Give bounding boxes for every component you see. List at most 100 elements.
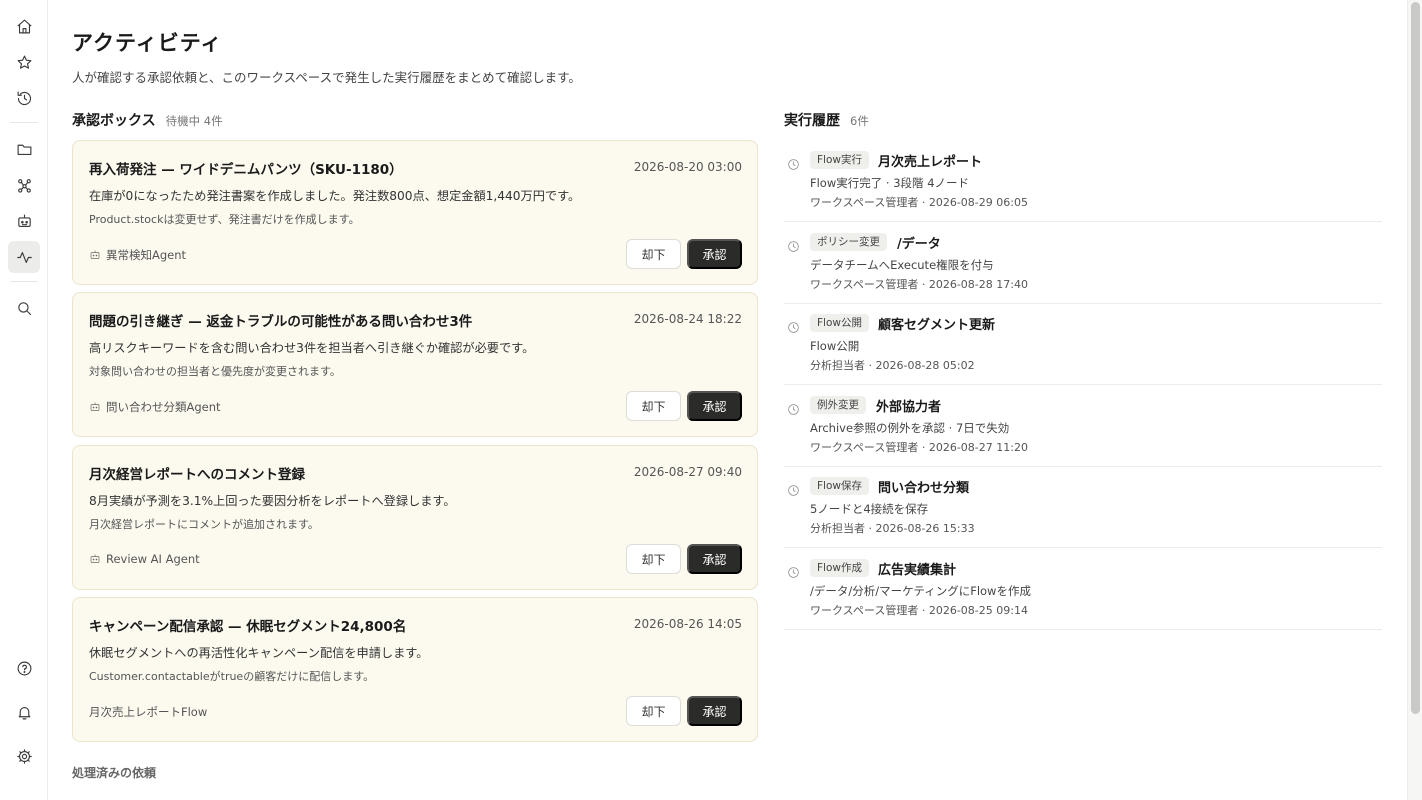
folder-icon[interactable] [8, 133, 40, 165]
history-title-text: 月次売上レポート [878, 155, 983, 170]
reject-button[interactable]: 却下 [626, 391, 681, 421]
approval-box-title: 承認ボックス [72, 113, 156, 129]
history-meta: ワークスペース管理者 · 2026-08-27 11:20 [810, 441, 1028, 454]
approval-note: Product.stockは変更せず、発注書だけを作成します。 [89, 213, 360, 226]
agent-icon [90, 402, 100, 411]
approval-note: Customer.contactableがtrueの顧客だけに配信します。 [89, 670, 375, 683]
approval-card: キャンペーン配信承認 — 休眠セグメント24,800名 2026-08-26 1… [72, 597, 758, 742]
reject-button[interactable]: 却下 [626, 544, 681, 574]
approval-time: 2026-08-27 09:40 [633, 465, 742, 479]
history-item[interactable]: Flow公開 顧客セグメント更新 Flow公開 分析担当者 · 2026-08-… [784, 303, 1382, 385]
approval-source-label: 問い合わせ分類Agent [106, 400, 221, 414]
clock-icon [787, 564, 800, 578]
approval-source: Review AI Agent [89, 552, 200, 566]
approval-card: 再入荷発注 — ワイドデニムパンツ（SKU-1180） 2026-08-20 0… [72, 140, 758, 285]
page-description: 人が確認する承認依頼と、このワークスペースで発生した実行履歴をまとめて確認します… [72, 70, 581, 85]
approval-time: 2026-08-26 14:05 [633, 617, 742, 631]
approval-card: 問題の引き継ぎ — 返金トラブルの可能性がある問い合わせ3件 2026-08-2… [72, 292, 758, 437]
approval-time: 2026-08-20 03:00 [633, 160, 742, 174]
history-item[interactable]: Flow実行 月次売上レポート Flow実行完了 · 3段階 4ノード ワークス… [784, 140, 1382, 222]
history-detail: データチームへExecute権限を付与 [810, 258, 994, 272]
search-icon[interactable] [8, 292, 40, 324]
history-title-text: 顧客セグメント更新 [878, 318, 996, 333]
history-title-text: 外部協力者 [876, 400, 942, 415]
reject-button[interactable]: 却下 [626, 696, 681, 726]
clock-icon [787, 482, 800, 496]
history-count: 6件 [850, 114, 869, 128]
approval-source-label: 異常検知Agent [106, 248, 187, 262]
approval-source: 月次売上レポートFlow [89, 704, 207, 720]
approval-title: キャンペーン配信承認 — 休眠セグメント24,800名 [89, 619, 407, 635]
main-content: アクティビティ 人が確認する承認依頼と、このワークスペースで発生した実行履歴をま… [72, 0, 1392, 800]
history-tag: Flow公開 [810, 314, 869, 332]
page-title: アクティビティ [72, 31, 223, 55]
clock-icon [787, 319, 800, 333]
approve-button[interactable]: 承認 [687, 696, 742, 726]
history-title-text: 広告実績集計 [878, 563, 957, 578]
processed-requests-heading[interactable]: 処理済みの依頼 [72, 764, 156, 781]
history-tag: 例外変更 [810, 396, 866, 414]
activity-icon[interactable] [8, 241, 40, 273]
history-title-text: /データ [897, 237, 941, 252]
star-icon[interactable] [8, 46, 40, 78]
history-tag: Flow保存 [810, 477, 869, 495]
approval-source-label: Review AI Agent [106, 552, 200, 566]
history-item[interactable]: Flow保存 問い合わせ分類 5ノードと4接続を保存 分析担当者 · 2026-… [784, 466, 1382, 548]
history-item[interactable]: Flow作成 広告実績集計 /データ/分析/マーケティングにFlowを作成 ワー… [784, 548, 1382, 630]
approval-source: 異常検知Agent [89, 247, 186, 263]
approval-note: 対象問い合わせの担当者と優先度が変更されます。 [89, 365, 341, 378]
history-tag: Flow実行 [810, 151, 869, 169]
history-meta: 分析担当者 · 2026-08-28 05:02 [810, 359, 975, 372]
approval-box-count: 待機中 4件 [165, 114, 223, 128]
approval-description: 在庫が0になったため発注書案を作成しました。発注数800点、想定金額1,440万… [89, 189, 581, 203]
history-detail: Flow公開 [810, 339, 860, 353]
home-icon[interactable] [8, 10, 40, 42]
help-icon[interactable] [8, 652, 40, 684]
approval-title: 再入荷発注 — ワイドデニムパンツ（SKU-1180） [89, 162, 403, 178]
approval-card: 月次経営レポートへのコメント登録 2026-08-27 09:40 8月実績が予… [72, 445, 758, 590]
approval-note: 月次経営レポートにコメントが追加されます。 [89, 518, 319, 531]
history-title-text: 問い合わせ分類 [878, 481, 970, 496]
approval-box-header: 承認ボックス 待機中 4件 [72, 110, 223, 130]
history-meta: ワークスペース管理者 · 2026-08-25 09:14 [810, 604, 1028, 617]
clock-icon [787, 156, 800, 170]
approve-button[interactable]: 承認 [687, 239, 742, 269]
reject-button[interactable]: 却下 [626, 239, 681, 269]
approval-title: 問題の引き継ぎ — 返金トラブルの可能性がある問い合わせ3件 [89, 314, 473, 330]
bell-icon[interactable] [8, 696, 40, 728]
approval-time: 2026-08-24 18:22 [633, 312, 742, 326]
sidebar [0, 0, 48, 800]
approve-button[interactable]: 承認 [687, 391, 742, 421]
clock-icon [787, 238, 800, 252]
gear-icon[interactable] [8, 740, 40, 772]
history-meta: ワークスペース管理者 · 2026-08-28 17:40 [810, 278, 1028, 291]
clock-icon [787, 401, 800, 415]
approve-button[interactable]: 承認 [687, 544, 742, 574]
history-item[interactable]: 例外変更 外部協力者 Archive参照の例外を承認 · 7日で失効 ワークスペ… [784, 385, 1382, 467]
history-meta: 分析担当者 · 2026-08-26 15:33 [810, 522, 975, 535]
page-scrollbar[interactable] [1407, 0, 1422, 800]
history-detail: Archive参照の例外を承認 · 7日で失効 [810, 421, 1010, 435]
history-detail: 5ノードと4接続を保存 [810, 502, 929, 516]
agent-icon [90, 554, 100, 563]
flow-icon[interactable] [8, 169, 40, 201]
approval-source: 問い合わせ分類Agent [89, 399, 221, 415]
approval-description: 休眠セグメントへの再活性化キャンペーン配信を申請します。 [89, 646, 429, 660]
agent-icon[interactable] [8, 205, 40, 237]
history-tag: ポリシー変更 [810, 233, 887, 251]
history-title: 実行履歴 [784, 113, 840, 129]
history-header: 実行履歴 6件 [784, 110, 869, 130]
sidebar-divider [10, 122, 38, 123]
history-icon[interactable] [8, 82, 40, 114]
approval-description: 高リスクキーワードを含む問い合わせ3件を担当者へ引き継ぐか確認が必要です。 [89, 341, 535, 355]
approval-title: 月次経営レポートへのコメント登録 [89, 467, 305, 483]
scrollbar-thumb[interactable] [1411, 2, 1420, 714]
agent-icon [90, 250, 100, 259]
history-detail: /データ/分析/マーケティングにFlowを作成 [810, 584, 1031, 598]
history-tag: Flow作成 [810, 559, 869, 577]
history-item[interactable]: ポリシー変更 /データ データチームへExecute権限を付与 ワークスペース管… [784, 222, 1382, 304]
sidebar-divider [10, 281, 38, 282]
history-meta: ワークスペース管理者 · 2026-08-29 06:05 [810, 196, 1028, 209]
history-detail: Flow実行完了 · 3段階 4ノード [810, 176, 970, 190]
approval-source-label: 月次売上レポートFlow [89, 705, 208, 719]
